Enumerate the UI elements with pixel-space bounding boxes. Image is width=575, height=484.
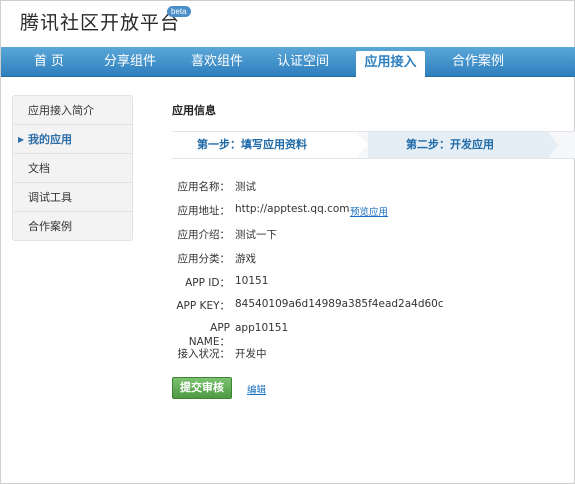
caret-right-icon: ▶ [18, 135, 25, 144]
field-value-app-key: 84540109a6d14989a385f4ead2a4d60c [235, 298, 444, 310]
sidebar-item-integration-intro[interactable]: 应用接入简介 [13, 96, 132, 125]
sidebar-item-label: 调试工具 [28, 191, 72, 204]
step-2-label: 第二步：开发应用 [406, 138, 494, 151]
field-value-app-url: http://apptest.qq.com [235, 203, 350, 215]
submit-review-button[interactable]: 提交审核 [172, 377, 232, 399]
field-value-app-category: 游戏 [235, 253, 256, 265]
site-logo[interactable]: 腾讯社区开放平台 [20, 8, 180, 35]
sidebar-item-partner-cases[interactable]: 合作案例 [13, 212, 132, 241]
sidebar-item-docs[interactable]: 文档 [13, 154, 132, 183]
field-label-app-category: 应用分类： [177, 253, 231, 265]
progress-steps: 第一步：填写应用资料 第二步：开发应用 [172, 131, 575, 159]
field-value-status: 开发中 [235, 348, 267, 360]
edit-link[interactable]: 编辑 [247, 382, 266, 396]
field-label-app-key: APP KEY： [176, 300, 230, 312]
sidebar-item-label: 合作案例 [28, 220, 72, 233]
nav-item-home[interactable]: 首 页 [23, 47, 75, 77]
main-nav: 首 页 分享组件 喜欢组件 认证空间 应用接入 合作案例 [1, 47, 575, 78]
nav-item-like-widget[interactable]: 喜欢组件 [183, 47, 251, 77]
step-1-arrow [356, 132, 368, 158]
page-title: 应用信息 [172, 104, 216, 117]
sidebar: 应用接入简介 ▶ 我的应用 文档 调试工具 合作案例 [12, 95, 133, 241]
page-frame: 腾讯社区开放平台 beta 首 页 分享组件 喜欢组件 认证空间 应用接入 合作… [0, 0, 575, 484]
field-label-app-name: 应用名称： [177, 181, 231, 193]
field-label-app-url: 应用地址： [177, 205, 231, 217]
sidebar-item-debug-tools[interactable]: 调试工具 [13, 183, 132, 212]
field-label-app-id: APP ID： [185, 277, 230, 289]
field-value-app-id: 10151 [235, 275, 269, 287]
beta-badge: beta [167, 6, 191, 17]
field-value-app-name-id: app10151 [235, 322, 289, 334]
sidebar-item-label: 我的应用 [28, 133, 72, 146]
nav-item-app-integration[interactable]: 应用接入 [356, 51, 425, 78]
field-value-app-intro: 测试一下 [235, 229, 277, 241]
sidebar-item-label: 应用接入简介 [28, 104, 94, 117]
nav-item-verified-space[interactable]: 认证空间 [269, 47, 337, 77]
step-2-arrow [548, 132, 558, 158]
field-label-app-name-id: APP NAME： [188, 322, 230, 348]
step-1-label: 第一步：填写应用资料 [197, 138, 307, 151]
field-label-app-intro: 应用介绍： [177, 229, 231, 241]
preview-app-link[interactable]: 预览应用 [350, 204, 388, 218]
nav-item-share-widget[interactable]: 分享组件 [96, 47, 164, 77]
field-label-status: 接入状况： [177, 348, 231, 360]
sidebar-item-label: 文档 [28, 162, 50, 175]
sidebar-item-my-apps[interactable]: ▶ 我的应用 [13, 125, 132, 154]
nav-item-partner-cases[interactable]: 合作案例 [444, 47, 512, 77]
field-value-app-name: 测试 [235, 181, 256, 193]
